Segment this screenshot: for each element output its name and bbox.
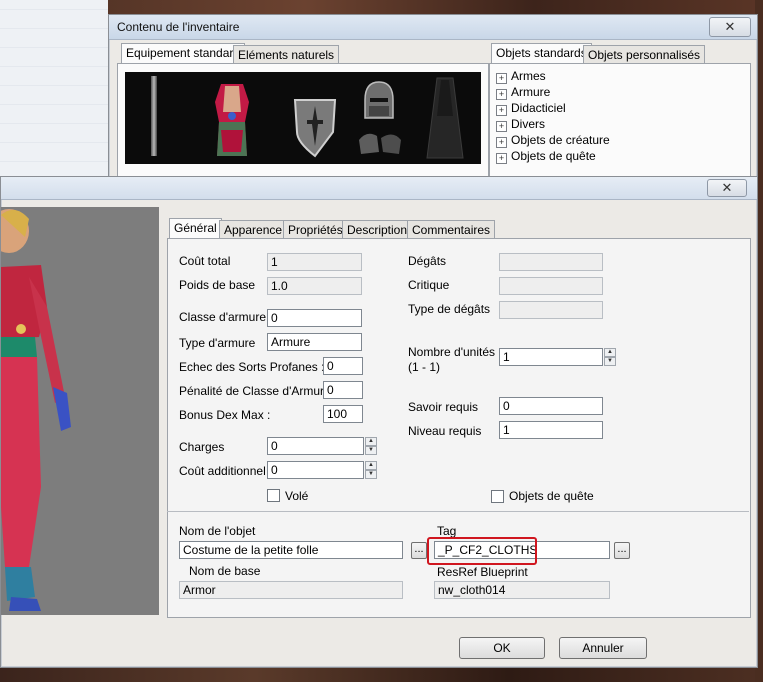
- penalite-ca-label: Pénalité de Classe d'Armure :: [179, 384, 338, 398]
- tab-commentaires[interactable]: Commentaires: [407, 220, 496, 239]
- tab-objets-standards[interactable]: Objets standards: [491, 43, 592, 64]
- charges-spinner[interactable]: ▲ ▼: [365, 437, 377, 455]
- nombre-unites-range: (1 - 1): [408, 360, 441, 374]
- spin-up-icon[interactable]: ▲: [365, 437, 377, 446]
- savoir-requis-label: Savoir requis: [408, 400, 479, 414]
- tag-label: Tag: [437, 524, 457, 538]
- vole-checkbox[interactable]: [267, 489, 280, 502]
- nom-de-base-field[interactable]: Armor: [179, 581, 403, 599]
- poids-de-base-label: Poids de base: [179, 278, 256, 292]
- classe-armure-label: Classe d'armure: [179, 310, 266, 324]
- degats-field[interactable]: [499, 253, 603, 271]
- tree-item-armes[interactable]: + Armes: [496, 68, 546, 84]
- vole-label: Volé: [285, 489, 309, 503]
- nom-objet-browse-button[interactable]: ...: [411, 542, 427, 559]
- nombre-unites-spinner[interactable]: ▲ ▼: [604, 348, 616, 366]
- critique-field[interactable]: [499, 277, 603, 295]
- cout-total-label: Coût total: [179, 254, 231, 268]
- cloak-item-icon[interactable]: [423, 76, 467, 160]
- tab-equipement-standard[interactable]: Equipement standard: [121, 43, 246, 64]
- expand-icon[interactable]: +: [496, 137, 507, 148]
- resref-field[interactable]: nw_cloth014: [434, 581, 610, 599]
- tree-item-objets-creature[interactable]: + Objets de créature: [496, 132, 610, 148]
- tab-objets-personnalises[interactable]: Objets personnalisés: [583, 45, 706, 64]
- expand-icon[interactable]: +: [496, 153, 507, 164]
- item-properties-window: ✕ Général Apparence Propriétés Descripti…: [0, 176, 758, 668]
- echec-sorts-label: Echec des Sorts Profanes :: [179, 360, 325, 374]
- tree-item-armure[interactable]: + Armure: [496, 84, 550, 100]
- niveau-requis-field[interactable]: 1: [499, 421, 603, 439]
- spin-down-icon[interactable]: ▼: [365, 446, 377, 455]
- nombre-unites-field[interactable]: 1: [499, 348, 603, 366]
- cancel-button[interactable]: Annuler: [559, 637, 647, 659]
- character-preview: [0, 207, 159, 615]
- expand-icon[interactable]: +: [496, 121, 507, 132]
- cout-additionnel-label: Coût additionnel: [179, 464, 266, 478]
- cout-additionnel-spinner[interactable]: ▲ ▼: [365, 461, 377, 479]
- tab-general[interactable]: Général: [169, 218, 222, 239]
- type-armure-field[interactable]: Armure: [267, 333, 362, 351]
- bonus-dex-field[interactable]: 100: [323, 405, 363, 423]
- resref-label: ResRef Blueprint: [437, 565, 528, 579]
- clothes-item-icon[interactable]: [211, 82, 253, 158]
- classe-armure-field[interactable]: 0: [267, 309, 362, 327]
- spin-up-icon[interactable]: ▲: [604, 348, 616, 357]
- inventory-titlebar: Contenu de l'inventaire ✕: [109, 15, 757, 40]
- character-model-image: [0, 209, 71, 611]
- spin-down-icon[interactable]: ▼: [604, 357, 616, 366]
- expand-icon[interactable]: +: [496, 89, 507, 100]
- bonus-dex-label: Bonus Dex Max :: [179, 408, 271, 422]
- tree-item-divers[interactable]: + Divers: [496, 116, 545, 132]
- objets-quete-label: Objets de quête: [509, 489, 594, 503]
- nom-objet-field[interactable]: Costume de la petite folle: [179, 541, 403, 559]
- staff-item-icon[interactable]: [151, 76, 157, 156]
- type-degats-field[interactable]: [499, 301, 603, 319]
- tab-description[interactable]: Description: [342, 220, 413, 239]
- section-divider: [167, 511, 749, 512]
- spin-up-icon[interactable]: ▲: [365, 461, 377, 470]
- echec-sorts-field[interactable]: 0: [323, 357, 363, 375]
- shield-item-icon[interactable]: [291, 96, 339, 158]
- objets-quete-checkbox[interactable]: [491, 490, 504, 503]
- spin-down-icon[interactable]: ▼: [365, 470, 377, 479]
- cout-total-field[interactable]: 1: [267, 253, 362, 271]
- expand-icon[interactable]: +: [496, 105, 507, 116]
- equipment-slots-area: [125, 72, 481, 164]
- inventory-window-title: Contenu de l'inventaire: [117, 20, 240, 34]
- niveau-requis-label: Niveau requis: [408, 424, 482, 438]
- background-editor-panel: [0, 0, 108, 180]
- helmet-item-icon[interactable]: [361, 80, 397, 122]
- degats-label: Dégâts: [408, 254, 447, 268]
- charges-label: Charges: [179, 440, 225, 454]
- expand-icon[interactable]: +: [496, 73, 507, 84]
- type-armure-label: Type d'armure: [179, 336, 256, 350]
- tab-elements-naturels[interactable]: Eléments naturels: [233, 45, 340, 64]
- nom-de-base-label: Nom de base: [189, 564, 261, 578]
- poids-de-base-field[interactable]: 1.0: [267, 277, 362, 295]
- tab-apparence[interactable]: Apparence: [219, 220, 288, 239]
- ok-button[interactable]: OK: [459, 637, 545, 659]
- gauntlets-item-icon[interactable]: [357, 128, 403, 158]
- tree-item-objets-quete[interactable]: + Objets de quête: [496, 148, 596, 164]
- tree-item-didacticiel[interactable]: + Didacticiel: [496, 100, 566, 116]
- nombre-unites-label: Nombre d'unités: [408, 345, 495, 359]
- item-close-button[interactable]: ✕: [707, 179, 747, 197]
- item-properties-titlebar: ✕: [1, 177, 757, 200]
- charges-field[interactable]: 0: [267, 437, 364, 455]
- critique-label: Critique: [408, 278, 450, 292]
- savoir-requis-field[interactable]: 0: [499, 397, 603, 415]
- tab-proprietes[interactable]: Propriétés: [283, 220, 348, 239]
- cout-additionnel-field[interactable]: 0: [267, 461, 364, 479]
- inventory-close-button[interactable]: ✕: [709, 17, 751, 37]
- tag-browse-button[interactable]: ...: [614, 542, 630, 559]
- penalite-ca-field[interactable]: 0: [323, 381, 363, 399]
- tag-highlight-annotation: [427, 537, 537, 565]
- nom-objet-label: Nom de l'objet: [179, 524, 256, 538]
- type-degats-label: Type de dégâts: [408, 302, 491, 316]
